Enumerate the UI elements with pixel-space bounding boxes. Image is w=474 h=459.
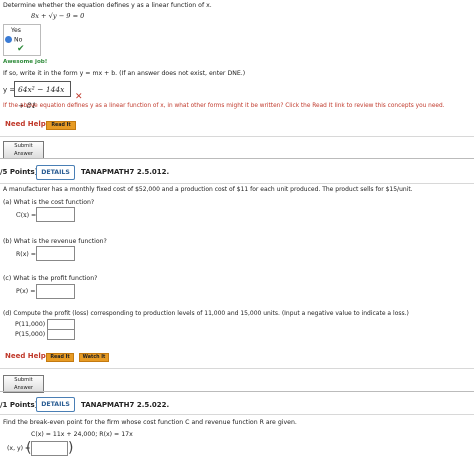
q1-choice-yes[interactable]: Yes [11, 27, 21, 34]
q1-answer-field[interactable]: 64x² − 144x + 81 [14, 81, 71, 110]
q2-c-prompt: (c) What is the profit function? [3, 275, 98, 282]
profit-15000-input[interactable] [47, 329, 75, 340]
q1-instruction: If so, write it in the form y = mx + b. … [3, 70, 246, 77]
cost-function-input[interactable] [36, 207, 75, 222]
q2-intro: A manufacturer has a monthly fixed cost … [3, 186, 413, 193]
q2-points: /5 Points] [0, 168, 38, 176]
q2-read-it-button[interactable]: Read It [46, 353, 74, 362]
q1-prompt: Determine whether the equation defines y… [3, 2, 212, 9]
q2-a-prompt: (a) What is the cost function? [3, 199, 95, 206]
q1-equation: 8x + √y − 9 = 0 [31, 12, 85, 20]
paren-close-icon: ) [68, 440, 74, 456]
divider [0, 183, 474, 184]
q3-prompt: Find the break-even point for the firm w… [3, 419, 297, 426]
q2-d-prompt: (d) Compute the profit (loss) correspond… [3, 310, 409, 317]
q2-details-button[interactable]: DETAILS [36, 165, 75, 180]
q3-points: /1 Points] [0, 401, 38, 409]
divider [0, 158, 474, 159]
q1-need-help: Need Help? [5, 120, 50, 128]
divider [0, 414, 474, 415]
x-icon: ✕ [75, 92, 83, 102]
q3-details-button[interactable]: DETAILS [36, 397, 75, 412]
profit-function-input[interactable] [36, 284, 75, 299]
check-icon: ✔ [17, 44, 25, 54]
divider [0, 368, 474, 369]
q1-read-it-button[interactable]: Read It [46, 121, 76, 130]
q1-feedback: Awesome job! [3, 59, 48, 65]
radio-selected-icon[interactable] [5, 36, 12, 43]
q1-hint: If the above equation defines y as a lin… [3, 103, 445, 109]
q2-c-label: P(x) = [16, 288, 36, 295]
q1-choice-no[interactable]: No [5, 36, 22, 44]
q1-submit-button[interactable]: Submit Answer [3, 141, 44, 159]
revenue-function-input[interactable] [36, 246, 75, 261]
q2-need-help: Need Help? [5, 352, 50, 360]
q2-a-label: C(x) = [16, 212, 37, 219]
q3-problem-id: TANAPMATH7 2.5.022. [81, 401, 170, 409]
q2-b-label: R(x) = [16, 251, 36, 258]
q2-watch-it-button[interactable]: Watch It [79, 353, 109, 362]
divider [0, 136, 474, 137]
q3-functions: C(x) = 11x + 24,000; R(x) = 17x [31, 431, 133, 438]
q1-choice-no-label: No [14, 36, 23, 44]
break-even-input[interactable] [31, 441, 68, 456]
divider [0, 391, 474, 392]
q2-problem-id: TANAPMATH7 2.5.012. [81, 168, 170, 176]
q2-b-prompt: (b) What is the revenue function? [3, 238, 107, 245]
